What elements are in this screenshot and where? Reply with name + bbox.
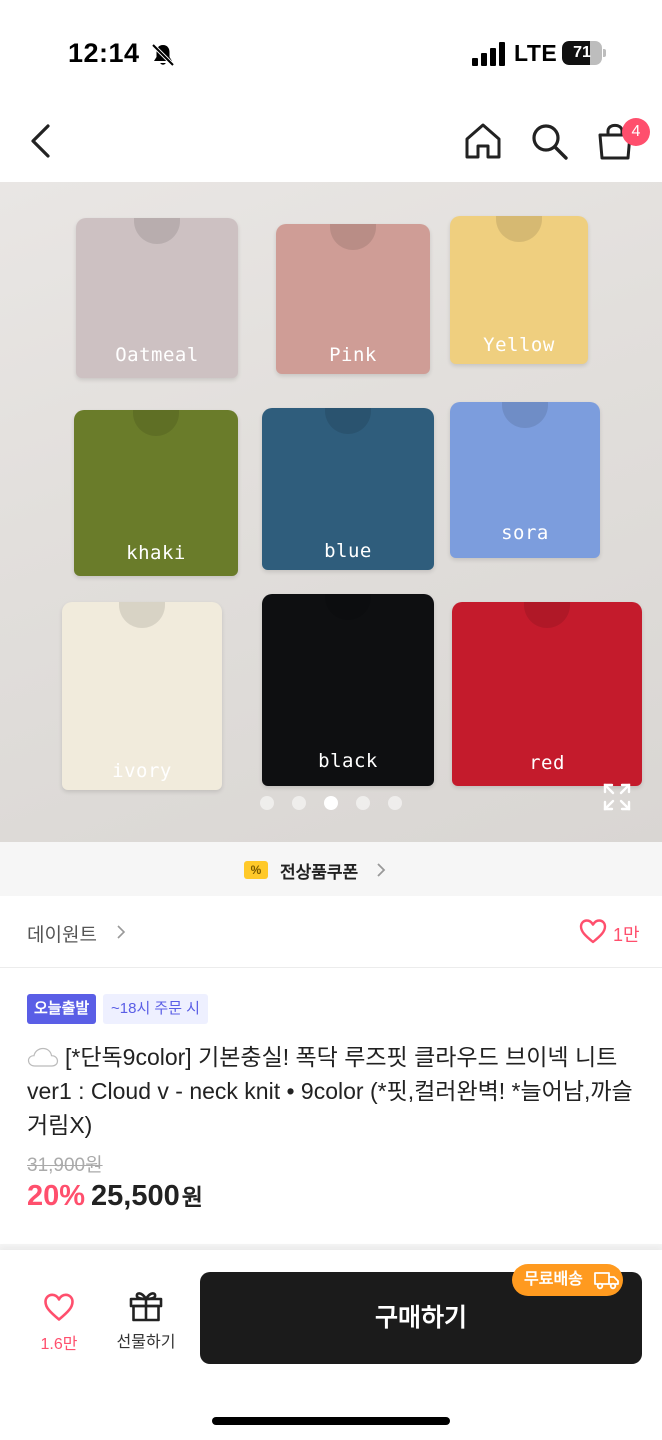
signal-icon [472, 42, 505, 66]
product-image-carousel[interactable]: red black ivory sora blue khaki Yellow Pink Oatm… [0, 182, 662, 842]
sweater-swatch: ivory [62, 602, 222, 790]
sweater-swatch: khaki [74, 410, 238, 576]
battery-level: 71 [573, 44, 591, 61]
network-type: LTE [514, 40, 558, 66]
color-label: ivory [112, 760, 172, 782]
home-indicator [212, 1417, 450, 1425]
like-button[interactable]: 1.6만 [30, 1292, 88, 1362]
brand-like-count: 1만 [613, 925, 640, 945]
home-icon[interactable] [462, 120, 504, 162]
carousel-dot[interactable] [356, 796, 370, 810]
heart-icon[interactable] [579, 918, 607, 944]
color-label: blue [324, 540, 372, 562]
expand-icon[interactable] [602, 782, 632, 812]
bell-off-icon [151, 43, 175, 67]
gift-label: 선물하기 [116, 1334, 176, 1351]
badge-today-shipping: 오늘출발 [27, 994, 97, 1024]
carousel-dot[interactable] [292, 796, 306, 810]
product-title: [*단독9color] 기본충실! 폭닥 루즈핏 클라우드 브이넥 니트 ver… [27, 1044, 633, 1138]
original-price: 31,900원 [27, 1155, 103, 1176]
carousel-dot[interactable] [324, 796, 338, 810]
brand-row: 데이원트 1만 [0, 896, 662, 968]
chevron-right-icon [377, 863, 386, 877]
color-label: Pink [329, 344, 377, 366]
color-label: black [318, 750, 378, 772]
bottom-action-bar: 1.6만 선물하기 구매하기 무료배송 [0, 1250, 662, 1440]
status-bar: 12:14 LTE 71 [0, 0, 662, 100]
cart-badge: 4 [622, 118, 650, 146]
search-icon[interactable] [528, 120, 570, 162]
like-count: 1.6만 [40, 1336, 78, 1353]
sweater-swatch: Yellow [450, 216, 588, 364]
back-icon[interactable] [22, 120, 64, 162]
heart-icon [44, 1293, 74, 1321]
gift-icon [129, 1292, 163, 1322]
sweater-swatch: blue [262, 408, 434, 570]
sweater-swatch: red [452, 602, 642, 786]
gift-button[interactable]: 선물하기 [104, 1288, 188, 1362]
currency-unit: 원 [181, 1184, 203, 1210]
color-label: red [529, 752, 565, 774]
coupon-icon [244, 861, 268, 879]
price-row: 20% 25,500원 [27, 1178, 203, 1218]
sweater-swatch: black [262, 594, 434, 786]
color-label: sora [501, 522, 549, 544]
coupon-label: 전상품쿠폰 [280, 863, 359, 882]
brand-name[interactable]: 데이원트 [27, 920, 97, 947]
product-title-block: [*단독9color] 기본충실! 폭닥 루즈핏 클라우드 브이넥 니트 ver… [27, 1040, 639, 1142]
status-time: 12:14 [68, 38, 140, 68]
sale-price: 25,500 [91, 1180, 180, 1212]
badge-order-cutoff: ~18시 주문 시 [103, 994, 208, 1024]
sweater-swatch: sora [450, 402, 600, 558]
sweater-swatch: Pink [276, 224, 430, 374]
truck-icon [594, 1272, 619, 1290]
carousel-dot[interactable] [388, 796, 402, 810]
cloud-icon [27, 1047, 59, 1067]
color-label: khaki [126, 542, 186, 564]
discount-rate: 20% [27, 1180, 86, 1212]
battery-icon: 71 [562, 41, 606, 65]
chevron-right-icon [117, 925, 126, 939]
top-nav [0, 100, 662, 182]
coupon-bar[interactable]: 전상품쿠폰 [0, 842, 662, 896]
color-label: Oatmeal [115, 344, 199, 366]
sweater-swatch: Oatmeal [76, 218, 238, 378]
carousel-dot[interactable] [260, 796, 274, 810]
color-label: Yellow [483, 334, 555, 356]
